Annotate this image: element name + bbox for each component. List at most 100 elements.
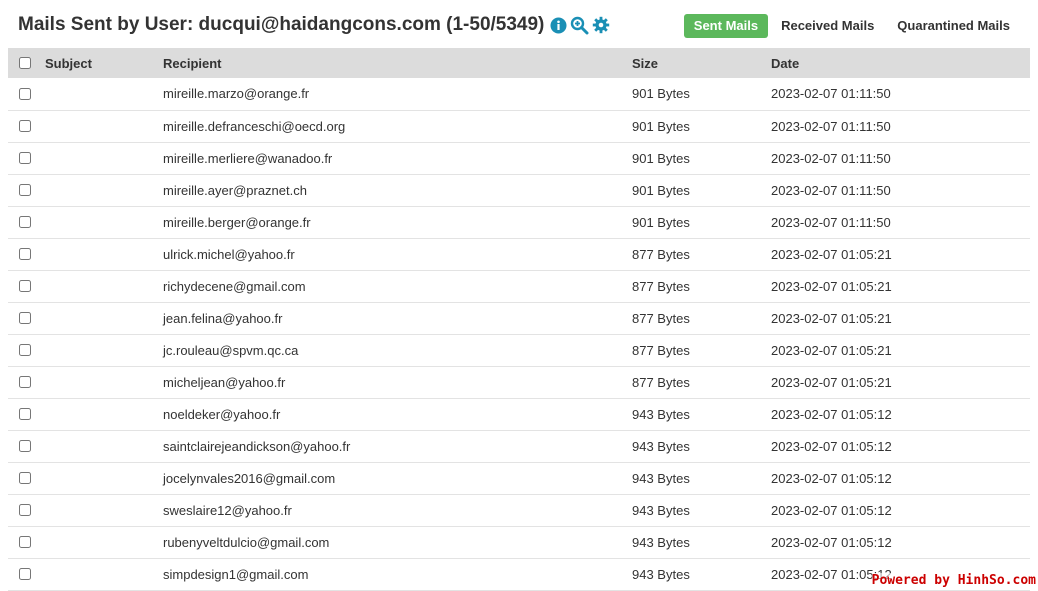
row-date: 2023-02-07 01:05:21 — [771, 310, 892, 326]
row-checkbox[interactable] — [19, 568, 31, 580]
tab-received-mails[interactable]: Received Mails — [771, 14, 884, 38]
select-all-checkbox[interactable] — [19, 57, 31, 69]
row-subject — [45, 174, 163, 206]
table-row[interactable]: mireille.defranceschi@oecd.org 901 Bytes 2… — [8, 110, 1030, 142]
row-size: 901 Bytes — [632, 118, 690, 134]
row-checkbox[interactable] — [19, 248, 31, 260]
column-header-recipient[interactable]: Recipient — [163, 48, 632, 78]
page-header: Mails Sent by User: ducqui@haidangcons.c… — [0, 0, 1038, 50]
column-header-size[interactable]: Size — [632, 48, 771, 78]
row-date: 2023-02-07 01:05:12 — [771, 502, 892, 518]
row-subject — [45, 78, 163, 110]
page-title: Mails Sent by User: ducqui@haidangcons.c… — [18, 14, 610, 36]
row-date: 2023-02-07 01:05:12 — [771, 534, 892, 550]
row-size: 943 Bytes — [632, 470, 690, 486]
watermark: Powered by HinhSo.com — [871, 573, 1036, 588]
row-subject — [45, 270, 163, 302]
row-size: 877 Bytes — [632, 246, 690, 262]
row-checkbox[interactable] — [19, 87, 31, 100]
table-row[interactable]: saintclairejeandickson@yahoo.fr 943 Bytes… — [8, 430, 1030, 462]
row-recipient: sweslaire12@yahoo.fr — [163, 502, 292, 518]
column-header-date[interactable]: Date — [771, 48, 1030, 78]
row-size: 901 Bytes — [632, 86, 690, 102]
row-subject — [45, 366, 163, 398]
tab-sent-mails[interactable]: Sent Mails — [683, 14, 769, 38]
table-row[interactable]: mireille.merliere@wanadoo.fr 901 Bytes 202… — [8, 142, 1030, 174]
row-subject — [45, 238, 163, 270]
info-icon[interactable] — [550, 17, 567, 34]
row-checkbox[interactable] — [19, 472, 31, 484]
row-checkbox[interactable] — [19, 440, 31, 452]
title-icons — [550, 16, 610, 35]
row-size: 901 Bytes — [632, 182, 690, 198]
table-body: mireille.marzo@orange.fr 901 Bytes 2023-02… — [8, 78, 1030, 590]
row-size: 943 Bytes — [632, 438, 690, 454]
table-row[interactable]: mireille.marzo@orange.fr 901 Bytes 2023-02… — [8, 78, 1030, 110]
row-subject — [45, 206, 163, 238]
zoom-in-icon[interactable] — [570, 16, 589, 35]
row-date: 2023-02-07 01:11:50 — [771, 150, 891, 166]
mail-tabs: Sent Mails Received Mails Quarantined Ma… — [681, 14, 1020, 38]
table-row[interactable]: noeldeker@yahoo.fr 943 Bytes 2023-02-07 01… — [8, 398, 1030, 430]
table-header-row: Subject Recipient Size Date — [8, 48, 1030, 78]
row-checkbox[interactable] — [19, 344, 31, 356]
row-size: 943 Bytes — [632, 566, 690, 582]
row-checkbox[interactable] — [19, 152, 31, 164]
row-recipient: richydecene@gmail.com — [163, 278, 306, 294]
row-recipient: micheljean@yahoo.fr — [163, 374, 286, 390]
row-checkbox[interactable] — [19, 312, 31, 324]
row-date: 2023-02-07 01:11:50 — [771, 86, 891, 102]
row-date: 2023-02-07 01:05:21 — [771, 342, 892, 358]
table-row[interactable]: sweslaire12@yahoo.fr 943 Bytes 2023-02-07 … — [8, 494, 1030, 526]
page-title-text: Mails Sent by User: ducqui@haidangcons.c… — [18, 14, 545, 35]
row-checkbox[interactable] — [19, 504, 31, 516]
row-date: 2023-02-07 01:05:21 — [771, 246, 892, 262]
row-subject — [45, 142, 163, 174]
row-subject — [45, 302, 163, 334]
row-checkbox[interactable] — [19, 216, 31, 228]
row-subject — [45, 558, 163, 590]
row-date: 2023-02-07 01:05:12 — [771, 406, 892, 422]
row-checkbox[interactable] — [19, 536, 31, 548]
table-row[interactable]: richydecene@gmail.com 877 Bytes 2023-02-07… — [8, 270, 1030, 302]
row-subject — [45, 334, 163, 366]
row-size: 877 Bytes — [632, 310, 690, 326]
table-row[interactable]: micheljean@yahoo.fr 877 Bytes 2023-02-07 0… — [8, 366, 1030, 398]
row-checkbox[interactable] — [19, 376, 31, 388]
row-checkbox[interactable] — [19, 280, 31, 292]
row-recipient: noeldeker@yahoo.fr — [163, 406, 281, 422]
row-size: 901 Bytes — [632, 214, 690, 230]
row-recipient: simpdesign1@gmail.com — [163, 566, 309, 582]
row-recipient: saintclairejeandickson@yahoo.fr — [163, 438, 351, 454]
row-date: 2023-02-07 01:11:50 — [771, 214, 891, 230]
table-row[interactable]: jc.rouleau@spvm.qc.ca 877 Bytes 2023-02-07… — [8, 334, 1030, 366]
row-checkbox[interactable] — [19, 184, 31, 196]
row-recipient: mireille.merliere@wanadoo.fr — [163, 150, 333, 166]
row-date: 2023-02-07 01:05:21 — [771, 278, 892, 294]
tab-quarantined-mails[interactable]: Quarantined Mails — [887, 14, 1020, 38]
row-size: 943 Bytes — [632, 502, 690, 518]
table-row[interactable]: jean.felina@yahoo.fr 877 Bytes 2023-02-07 … — [8, 302, 1030, 334]
row-size: 877 Bytes — [632, 342, 690, 358]
table-row[interactable]: mireille.ayer@praznet.ch 901 Bytes 2023-02… — [8, 174, 1030, 206]
row-subject — [45, 398, 163, 430]
row-recipient: jocelynvales2016@gmail.com — [163, 470, 336, 486]
table-row[interactable]: mireille.berger@orange.fr 901 Bytes 2023-0… — [8, 206, 1030, 238]
table-row[interactable]: ulrick.michel@yahoo.fr 877 Bytes 2023-02-0… — [8, 238, 1030, 270]
table-row[interactable]: jocelynvales2016@gmail.com 943 Bytes 2023-… — [8, 462, 1030, 494]
row-size: 901 Bytes — [632, 150, 690, 166]
row-subject — [45, 430, 163, 462]
row-subject — [45, 526, 163, 558]
row-recipient: mireille.berger@orange.fr — [163, 214, 311, 230]
row-size: 877 Bytes — [632, 278, 690, 294]
table-row[interactable]: rubenyveltdulcio@gmail.com 943 Bytes 2023-… — [8, 526, 1030, 558]
row-recipient: ulrick.michel@yahoo.fr — [163, 246, 295, 262]
row-date: 2023-02-07 01:05:12 — [771, 438, 892, 454]
column-header-subject[interactable]: Subject — [45, 48, 163, 78]
row-recipient: mireille.marzo@orange.fr — [163, 86, 310, 102]
row-checkbox[interactable] — [19, 120, 31, 132]
row-date: 2023-02-07 01:11:50 — [771, 182, 891, 198]
gear-icon[interactable] — [592, 16, 610, 34]
row-size: 877 Bytes — [632, 374, 690, 390]
row-checkbox[interactable] — [19, 408, 31, 420]
